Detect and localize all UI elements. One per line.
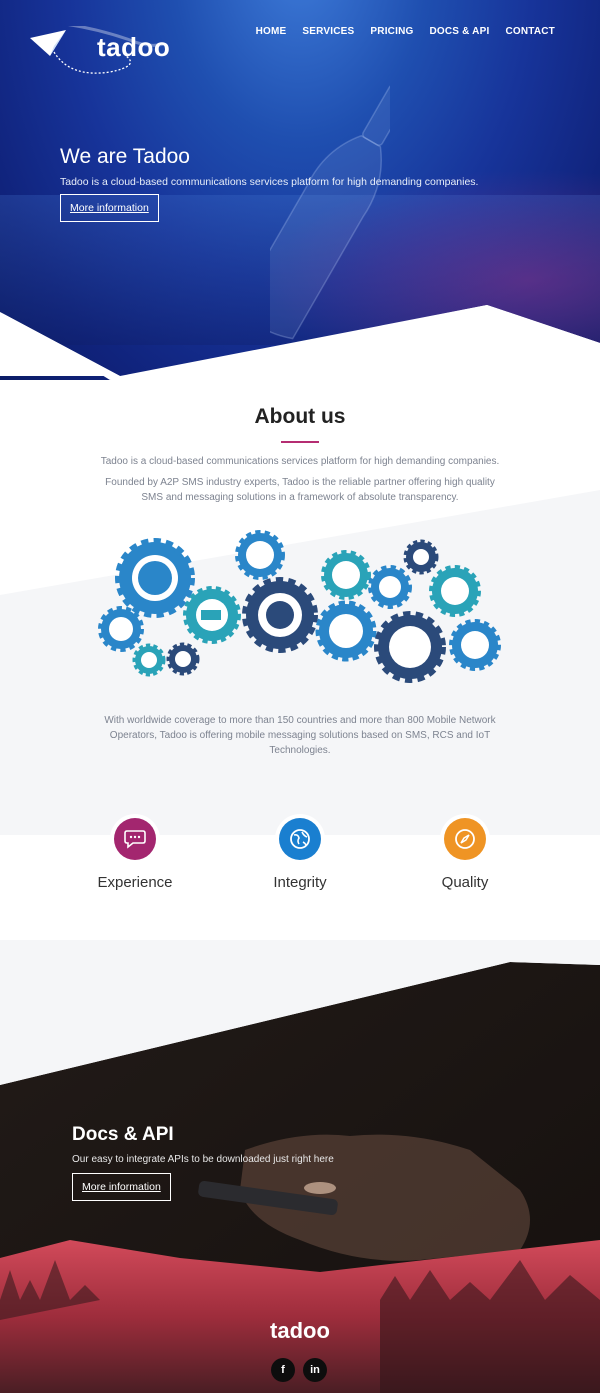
gear-monitor-left bbox=[98, 606, 144, 652]
value-integrity-label: Integrity bbox=[273, 874, 327, 891]
main-nav: HOME SERVICES PRICING DOCS & API CONTACT bbox=[256, 26, 555, 37]
linkedin-icon[interactable]: in bbox=[303, 1358, 327, 1382]
footer-logo[interactable]: tadoo bbox=[0, 1318, 600, 1344]
globe-icon bbox=[279, 818, 321, 860]
docs-title: Docs & API bbox=[72, 1124, 174, 1145]
gear-atom bbox=[321, 550, 371, 600]
gear-hard-drive bbox=[242, 577, 318, 653]
gear-webcam bbox=[368, 565, 412, 609]
gear-dial bbox=[449, 619, 501, 671]
gear-laptop bbox=[315, 600, 377, 662]
gear-terminal bbox=[403, 539, 439, 575]
value-experience-label: Experience bbox=[97, 874, 173, 891]
logo-text: tadoo bbox=[97, 32, 171, 62]
hero-more-info-button[interactable]: More information bbox=[60, 194, 159, 222]
chat-icon bbox=[114, 818, 156, 860]
logo[interactable]: tadoo bbox=[30, 18, 171, 74]
nav-docs-api[interactable]: DOCS & API bbox=[429, 26, 489, 37]
nav-services[interactable]: SERVICES bbox=[302, 26, 354, 37]
nav-home[interactable]: HOME bbox=[256, 26, 287, 37]
about-founded: Founded by A2P SMS industry experts, Tad… bbox=[105, 477, 495, 503]
value-experience: Experience bbox=[70, 818, 200, 891]
gear-people bbox=[235, 530, 285, 580]
about-intro: Tadoo is a cloud-based communications se… bbox=[100, 456, 500, 467]
gear-small-1 bbox=[132, 643, 166, 677]
hero-section: tadoo HOME SERVICES PRICING DOCS & API C… bbox=[0, 0, 600, 380]
gear-antenna bbox=[429, 565, 481, 617]
gear-rocket bbox=[374, 611, 446, 683]
value-quality: Quality bbox=[400, 818, 530, 891]
value-integrity: Integrity bbox=[235, 818, 365, 891]
gear-battery bbox=[183, 586, 241, 644]
facebook-icon[interactable]: f bbox=[271, 1358, 295, 1382]
gears-illustration bbox=[98, 530, 501, 683]
gear-satellite bbox=[115, 538, 195, 618]
compass-icon bbox=[444, 818, 486, 860]
hero-title: We are Tadoo bbox=[60, 145, 190, 168]
docs-more-info-button[interactable]: More information bbox=[72, 1173, 171, 1201]
nav-pricing[interactable]: PRICING bbox=[370, 26, 413, 37]
nav-contact[interactable]: CONTACT bbox=[505, 26, 555, 37]
about-title-underline bbox=[281, 441, 319, 443]
about-coverage: With worldwide coverage to more than 150… bbox=[104, 715, 496, 756]
about-title: About us bbox=[254, 405, 346, 428]
hero-text: Tadoo is a cloud-based communications se… bbox=[60, 176, 479, 188]
gear-small-2 bbox=[166, 642, 200, 676]
docs-text: Our easy to integrate APIs to be downloa… bbox=[72, 1154, 334, 1165]
value-quality-label: Quality bbox=[441, 874, 489, 891]
